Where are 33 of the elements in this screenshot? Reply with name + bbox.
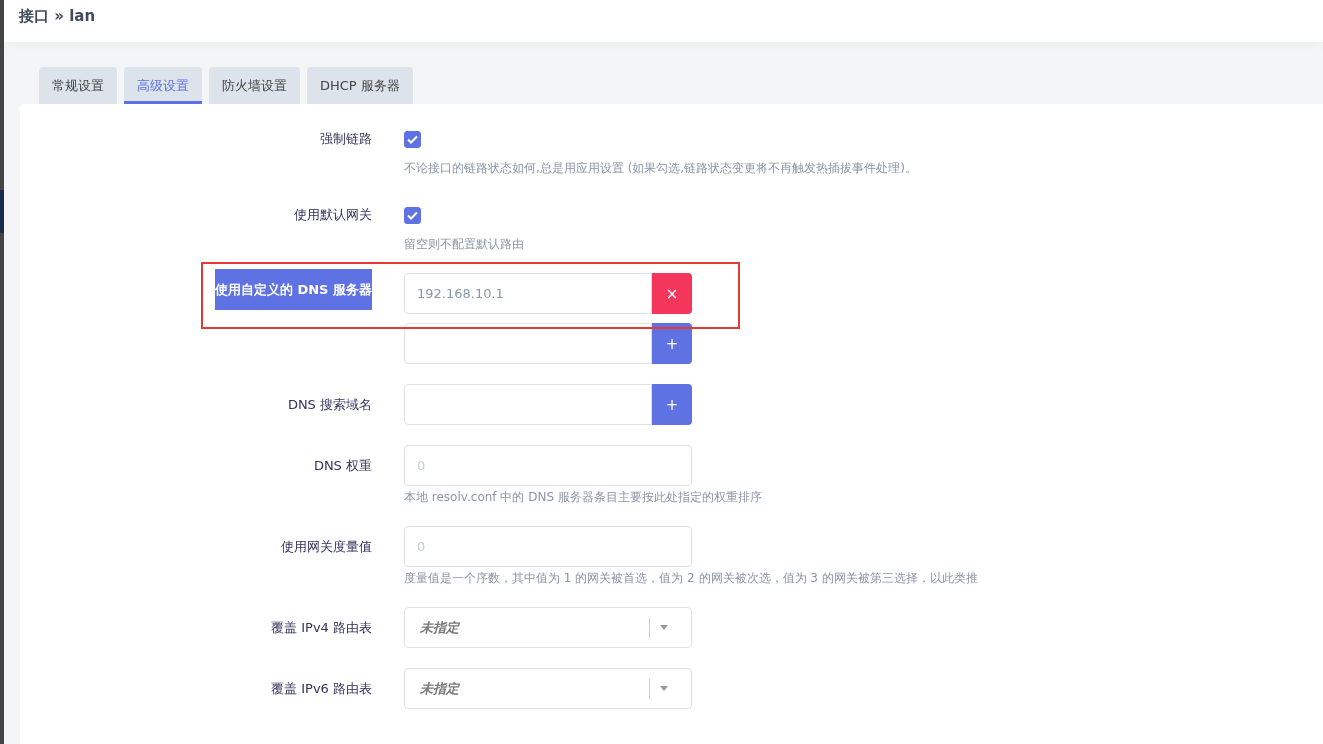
field-label: 覆盖 IPv4 路由表: [271, 619, 372, 637]
field-label: DNS 搜索域名: [287, 396, 372, 414]
field-label: 强制链路: [320, 130, 372, 148]
caret-icon: [660, 686, 668, 691]
input-field[interactable]: [404, 323, 652, 364]
dropdown[interactable]: 未指定: [404, 607, 692, 648]
field-label: 覆盖 IPv6 路由表: [271, 680, 372, 698]
help-text: 不论接口的链路状态如何,总是用应用设置 (如果勾选,链路状态变更将不再触发热插拔事件处理)。: [404, 160, 917, 177]
field-label: 使用自定义的 DNS 服务器: [214, 269, 372, 310]
checkmark-icon: [407, 210, 418, 220]
help-text: 留空则不配置默认路由: [404, 236, 524, 253]
caret-icon: [660, 625, 668, 630]
input-field[interactable]: [404, 384, 652, 425]
checkmark-icon: [407, 134, 418, 144]
page-title: 接口 » lan: [19, 6, 96, 26]
tab[interactable]: DHCP 服务器: [307, 67, 413, 104]
input-field[interactable]: 0: [404, 526, 692, 567]
field-label: 使用默认网关: [294, 206, 372, 224]
field-label: DNS 权重: [313, 457, 372, 475]
tab[interactable]: 常规设置: [39, 67, 117, 104]
dropdown[interactable]: 未指定: [404, 668, 692, 709]
add-button[interactable]: +: [652, 384, 692, 425]
checkbox[interactable]: [404, 130, 421, 148]
remove-button[interactable]: ×: [652, 273, 692, 314]
add-button[interactable]: +: [652, 323, 692, 364]
help-text: 本地 resolv.conf 中的 DNS 服务器条目主要按此处指定的权重排序: [404, 489, 762, 506]
tab[interactable]: 高级设置: [124, 67, 202, 104]
tab[interactable]: 防火墙设置: [209, 67, 300, 104]
input-field[interactable]: 0: [404, 445, 692, 486]
field-label: 使用网关度量值: [281, 538, 372, 556]
help-text: 度量值是一个序数，其中值为 1 的网关被首选，值为 2 的网关被次选，值为 3 的网关被第三选择，以此类推: [404, 570, 978, 587]
checkbox[interactable]: [404, 206, 421, 224]
input-field[interactable]: 192.168.10.1: [404, 273, 652, 314]
